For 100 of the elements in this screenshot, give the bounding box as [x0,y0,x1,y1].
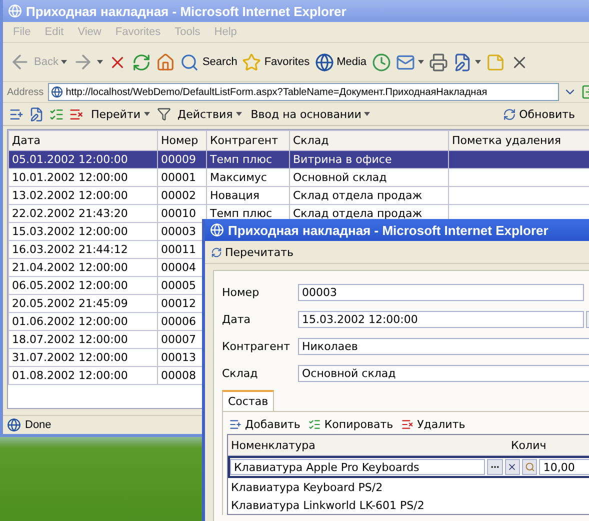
field-label: Контрагент [222,340,292,353]
table-cell: 00011 [161,243,196,256]
table-cell: 21.04.2002 12:00:00 [12,261,128,274]
table-row[interactable]: 05.01.2002 12:00:00 00009 Темп плюс Витрина в офисе [8,150,589,168]
table-cell: 16.03.2002 21:44:12 [12,243,128,256]
table-row[interactable]: 10.01.2002 12:00:00 00001 Максимус Основной склад [8,168,589,186]
table-row[interactable]: 13.02.2002 12:00:00 00002 Новация Склад отдела продаж [8,186,589,204]
tab[interactable]: Состав [222,390,274,411]
column-header[interactable]: Пометка удаления [448,130,589,150]
caret-icon [97,60,104,64]
table-cell: 13.02.2002 12:00:00 [12,189,128,202]
clock-icon [372,52,391,72]
table-cell: 00006 [161,315,196,328]
refresh-icon [211,246,222,258]
mail-icon [396,52,415,72]
input-field[interactable]: Основной склад [298,365,589,382]
grid-row[interactable]: Клавиатура Apple Pro Keyboards 10,00 [228,456,589,478]
caret-icon [474,60,481,64]
add-row-icon[interactable] [9,106,24,122]
table-cell: 01.08.2002 12:00:00 [12,369,128,382]
window-title: Приходная накладная - Microsoft Internet Explorer [26,4,346,18]
grid-row[interactable]: Клавиатура Keyboard PS/2 [228,478,589,496]
caret-icon [418,60,424,64]
table-cell: 31.07.2002 12:00:00 [12,351,128,364]
refresh-button[interactable]: Обновить [501,108,577,120]
list-icon [229,418,242,430]
reload-button[interactable]: Перечитать [209,246,296,258]
table-cell: 00003 [161,225,196,238]
table-cell: 22.02.2002 21:43:20 [12,207,128,220]
table-cell: 00012 [161,297,196,310]
column-header[interactable]: Колич [508,438,550,452]
column-header[interactable]: Номер [158,130,206,150]
page-icon [50,86,63,98]
copy-row-icon[interactable] [49,106,64,122]
table-cell: Склад отдела продаж [293,207,422,220]
input-field[interactable]: 15.03.2002 12:00:00 [298,311,584,328]
clear-button[interactable] [504,459,520,475]
delete-button[interactable]: Удалить [399,418,468,430]
caret-icon [364,112,370,116]
copy-button[interactable]: Копировать [306,418,396,430]
table-cell: Основной склад [293,171,387,184]
filter-icon[interactable] [156,107,170,121]
edit-row-icon[interactable] [29,106,44,122]
grid-cell-text: Клавиатура Linkworld LK-601 PS/2 [230,498,426,512]
column-header[interactable]: Дата [8,130,158,150]
table-cell: 05.01.2002 12:00:00 [12,153,128,166]
table-cell: 00004 [161,261,196,274]
globe-icon [314,52,334,72]
grid-row[interactable]: Клавиатура Linkworld LK-601 PS/2 [228,496,589,514]
caret-icon [61,60,68,64]
table-cell: Темп плюс [210,153,272,166]
column-header[interactable]: Контрагент [206,130,290,150]
table-cell: 15.03.2002 12:00:00 [12,225,128,238]
menu-button[interactable]: Действия [176,108,244,120]
caret-icon [144,112,150,116]
close-icon [507,462,518,472]
table-cell: 10.01.2002 12:00:00 [12,171,128,184]
table-cell: Склад отдела продаж [293,189,422,202]
input-field[interactable]: 10,00 [539,459,589,475]
input-field[interactable]: Николаев [298,338,589,355]
window-title: Приходная накладная - Microsoft Internet Explorer [228,222,548,238]
search-button[interactable] [522,459,538,475]
table-cell: 00008 [161,369,196,382]
table-cell: 00013 [161,351,196,364]
delete-row-icon[interactable] [69,106,84,122]
favorites-button[interactable]: Favorites [240,50,312,74]
select-button[interactable] [487,459,503,475]
table-cell: Витрина в офисе [293,153,392,166]
table-cell: 00001 [161,171,196,184]
search-button[interactable]: Search [178,50,240,74]
table-cell: 06.05.2002 12:00:00 [12,279,128,292]
browser-icon [8,4,22,18]
refresh-icon [132,52,152,72]
input-field[interactable]: 00003 [298,284,584,301]
table-cell: 00009 [161,153,196,166]
sticky-note-icon [486,52,505,72]
menu-button[interactable]: Ввод на основании [248,108,372,120]
table-cell: 18.07.2002 12:00:00 [12,333,128,346]
browser-icon [210,223,224,237]
caret-icon [236,112,242,116]
field-label: Склад [222,367,259,380]
refresh-icon [503,108,516,120]
list-icon [308,418,322,430]
table-cell: Новация [210,189,260,202]
address-label: Address [7,86,44,98]
menu-button[interactable]: Перейти [89,108,152,120]
table-cell: 00007 [161,333,196,346]
table-cell: 00005 [161,279,196,292]
input-field[interactable]: Клавиатура Apple Pro Keyboards [230,459,486,475]
table-cell: Максимус [210,171,267,184]
table-cell: 00010 [161,207,196,220]
media-button[interactable]: Media [312,50,369,74]
add-button[interactable]: Добавить [227,418,302,430]
address-field[interactable]: http://localhost/WebDemo/DefaultListForm.aspx?TableName=Документ.ПриходнаяНакладная [48,83,559,101]
column-header[interactable]: Номенклатура [228,438,508,452]
field-label: Дата [222,313,252,326]
column-header[interactable]: Склад [290,130,448,150]
edit-icon [452,52,472,72]
field-label: Номер [222,286,260,299]
status-text: Done [25,419,52,431]
